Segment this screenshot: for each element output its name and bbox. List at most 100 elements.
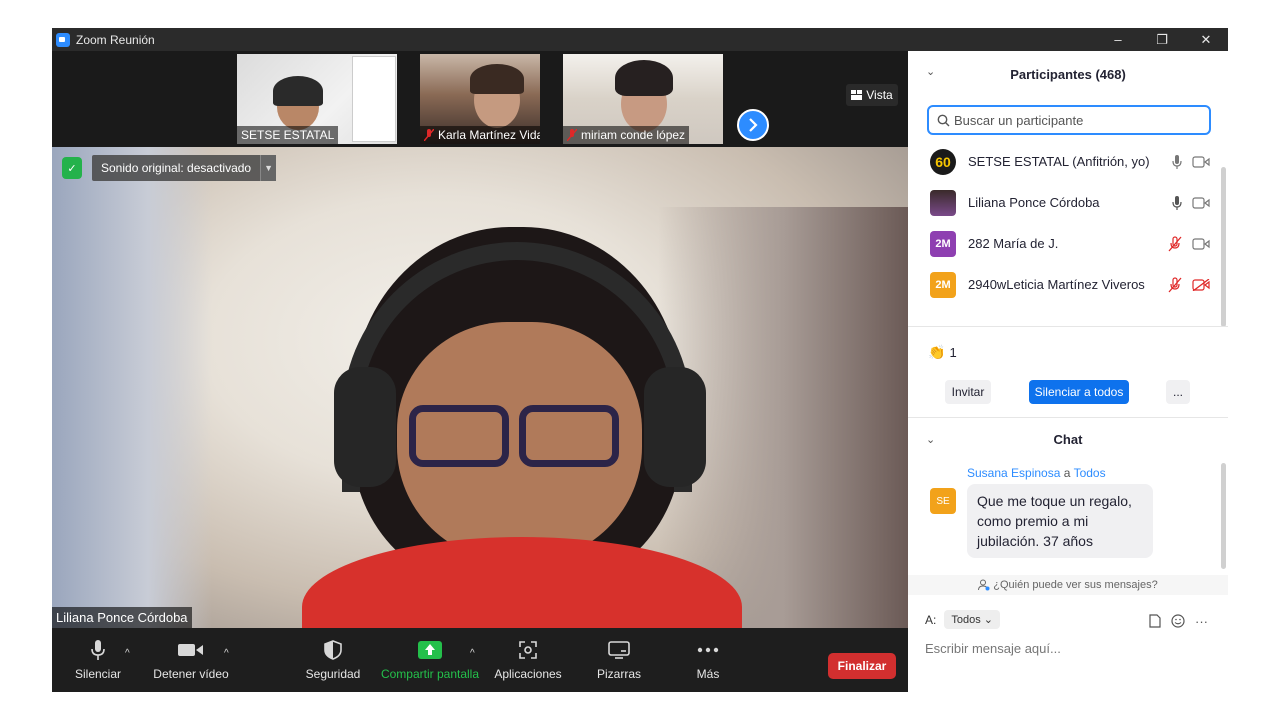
video-thumbnail-setse[interactable]: SETSE ESTATAL xyxy=(237,54,397,144)
video-off-icon[interactable] xyxy=(1192,278,1210,291)
stop-video-button[interactable]: Detener vídeo xyxy=(148,628,234,692)
participant-row[interactable]: Liliana Ponce Córdoba xyxy=(908,182,1228,223)
side-panel: ⌄ Participantes (468) Buscar un particip… xyxy=(908,51,1228,692)
restore-button[interactable]: ❐ xyxy=(1140,28,1184,51)
reaction-summary: 👏 1 xyxy=(928,344,957,361)
collapse-chevron-icon[interactable]: ⌄ xyxy=(926,433,935,446)
meeting-toolbar: Silenciar ^ Detener vídeo ^ Seguridad Co… xyxy=(52,628,908,692)
message-recipient[interactable]: Todos xyxy=(1074,466,1106,480)
video-thumbnail-karla[interactable]: Karla Martínez Vidal xyxy=(420,54,540,144)
chat-message-input[interactable]: Escribir mensaje aquí... xyxy=(925,641,1061,656)
security-button[interactable]: Seguridad xyxy=(302,628,364,692)
mic-muted-icon xyxy=(424,129,434,141)
mute-button[interactable]: Silenciar xyxy=(66,628,130,692)
security-label: Seguridad xyxy=(305,667,361,681)
zoom-logo-icon xyxy=(56,32,70,47)
who-can-see-label: ¿Quién puede ver sus mensajes? xyxy=(993,579,1158,591)
person-icon xyxy=(978,579,990,591)
file-icon[interactable] xyxy=(1149,614,1161,628)
zoom-window: Zoom Reunión – ❐ ✕ SETSE ESTATAL Karla M… xyxy=(52,28,1228,692)
participant-hair xyxy=(615,60,673,96)
message-meta: Susana Espinosa a Todos xyxy=(967,466,1106,480)
chevron-down-icon: ⌄ xyxy=(983,614,993,626)
share-screen-icon xyxy=(418,641,442,659)
share-screen-button[interactable]: Compartir pantalla xyxy=(378,628,482,692)
who-can-see-messages[interactable]: ¿Quién puede ver sus mensajes? xyxy=(908,575,1228,595)
whiteboards-button[interactable]: Pizarras xyxy=(588,628,650,692)
thumbnail-name-row: miriam conde lópez xyxy=(563,126,690,144)
chat-scrollbar[interactable] xyxy=(1221,463,1226,569)
more-dots-icon[interactable]: ··· xyxy=(1195,614,1208,629)
avatar: 60 xyxy=(930,148,956,175)
end-meeting-button[interactable]: Finalizar xyxy=(828,653,896,679)
more-options-button[interactable]: ... xyxy=(1166,380,1190,404)
thumbnail-name: SETSE ESTATAL xyxy=(237,126,339,144)
speaker-name: Liliana Ponce Córdoba xyxy=(52,607,192,628)
avatar: SE xyxy=(930,488,956,514)
more-label: Más xyxy=(696,667,720,681)
thumbnail-name: miriam conde lópez xyxy=(581,128,686,142)
participant-name: SETSE ESTATAL (Anfitrión, yo) xyxy=(968,154,1150,169)
chevron-right-icon xyxy=(749,118,758,132)
to-label: A: xyxy=(925,612,937,627)
grid-view-icon xyxy=(851,90,863,100)
shared-screen-preview xyxy=(352,56,396,142)
encryption-shield-icon[interactable]: ✓ xyxy=(62,157,82,179)
glasses-lens xyxy=(409,405,509,467)
microphone-icon[interactable] xyxy=(1172,154,1182,170)
video-camera-icon xyxy=(178,644,203,656)
recipient-dropdown[interactable]: Todos ⌄ xyxy=(944,610,1000,629)
invite-button[interactable]: Invitar xyxy=(945,380,991,404)
search-placeholder: Buscar un participante xyxy=(954,112,1084,128)
reaction-count: 1 xyxy=(949,345,957,360)
next-page-button[interactable] xyxy=(737,109,769,141)
avatar: 2M xyxy=(930,230,956,257)
glasses-lens xyxy=(519,405,619,467)
video-camera-icon[interactable] xyxy=(1192,237,1210,250)
participant-row[interactable]: 2M 282 María de J. xyxy=(908,223,1228,264)
minimize-button[interactable]: – xyxy=(1096,28,1140,51)
participant-row[interactable]: 2M 2940wLeticia Martínez Viveros xyxy=(908,264,1228,305)
video-options-caret[interactable]: ^ xyxy=(224,648,229,659)
video-camera-icon[interactable] xyxy=(1192,155,1210,168)
participant-row[interactable]: 60 SETSE ESTATAL (Anfitrión, yo) xyxy=(908,141,1228,182)
divider xyxy=(908,417,1228,418)
participants-header: ⌄ Participantes (468) xyxy=(908,51,1228,97)
thumbnail-strip: SETSE ESTATAL Karla Martínez Vidal miria… xyxy=(52,51,908,147)
view-button[interactable]: Vista xyxy=(846,84,898,106)
whiteboards-label: Pizarras xyxy=(596,667,641,681)
thumbnail-name-row: Karla Martínez Vidal xyxy=(420,126,540,144)
video-thumbnail-miriam[interactable]: miriam conde lópez xyxy=(563,54,723,144)
video-camera-icon[interactable] xyxy=(1192,196,1210,209)
original-sound-control[interactable]: Sonido original: desactivado ▼ xyxy=(92,155,277,181)
message-to-word: a xyxy=(1063,466,1071,480)
recipient-selector: A: Todos ⌄ xyxy=(925,610,1000,629)
audio-options-caret[interactable]: ^ xyxy=(125,648,130,659)
participant-search-input[interactable]: Buscar un participante xyxy=(927,105,1211,135)
title-bar: Zoom Reunión – ❐ ✕ xyxy=(52,28,1228,51)
message-sender[interactable]: Susana Espinosa xyxy=(967,466,1060,480)
more-button[interactable]: Más xyxy=(680,628,736,692)
mic-muted-icon[interactable] xyxy=(1168,235,1182,252)
apps-button[interactable]: Aplicaciones xyxy=(490,628,566,692)
headset-earcup xyxy=(334,367,396,487)
avatar xyxy=(930,189,956,216)
mute-all-button[interactable]: Silenciar a todos xyxy=(1029,380,1129,404)
more-dots-icon xyxy=(697,647,719,653)
active-speaker-video: ✓ Sonido original: desactivado ▼ Liliana… xyxy=(52,147,908,628)
collapse-chevron-icon[interactable]: ⌄ xyxy=(926,65,935,78)
share-options-caret[interactable]: ^ xyxy=(470,648,475,659)
microphone-icon xyxy=(91,640,105,660)
whiteboard-icon xyxy=(608,641,630,659)
mic-muted-icon xyxy=(567,129,577,141)
close-button[interactable]: ✕ xyxy=(1184,28,1228,51)
video-background xyxy=(52,147,212,628)
divider xyxy=(908,326,1228,327)
recipient-value: Todos xyxy=(951,614,981,626)
emoji-icon[interactable] xyxy=(1171,614,1185,628)
chat-message: Que me toque un regalo, como premio a mi… xyxy=(967,484,1153,558)
chevron-down-icon[interactable]: ▼ xyxy=(260,155,277,181)
microphone-icon[interactable] xyxy=(1172,195,1182,211)
mic-muted-icon[interactable] xyxy=(1168,276,1182,293)
view-label: Vista xyxy=(866,88,893,102)
